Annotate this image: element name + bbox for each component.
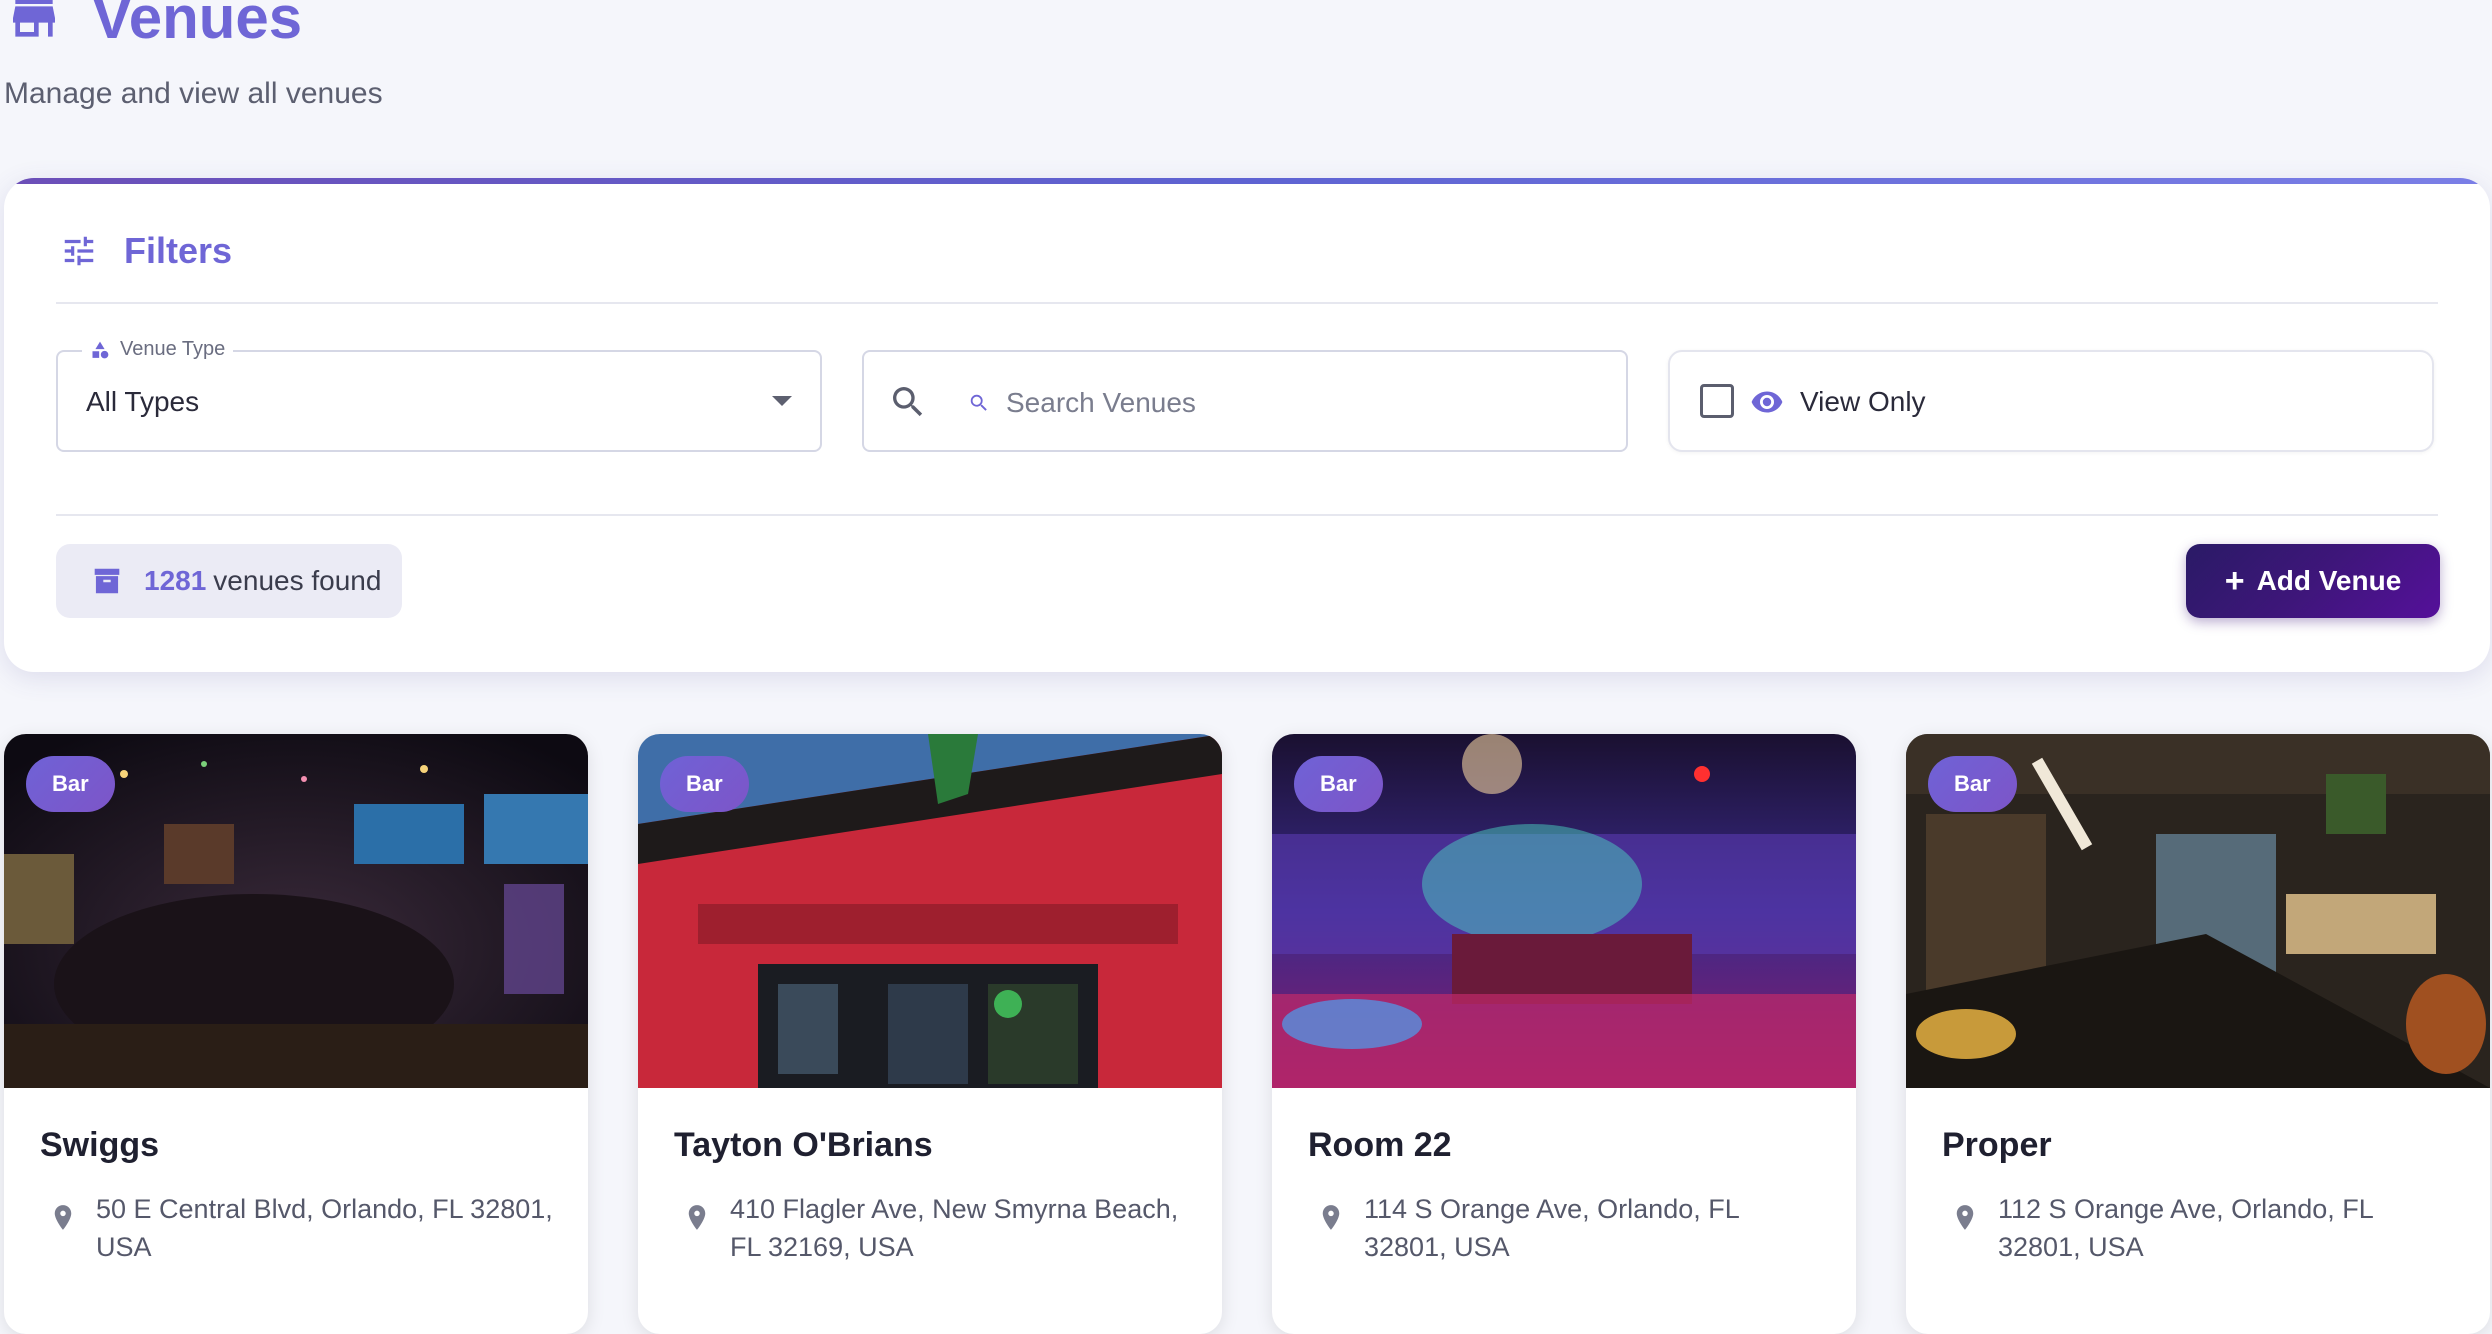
location-pin-icon (1956, 1205, 1974, 1230)
add-venue-button[interactable]: + Add Venue (2186, 544, 2440, 618)
venue-card[interactable]: Bar Room 22 114 S Orange Ave, Orlando, F… (1272, 734, 1856, 1334)
venue-address: 410 Flagler Ave, New Smyrna Beach, FL 32… (730, 1194, 1179, 1262)
venue-address: 114 S Orange Ave, Orlando, FL 32801, USA (1364, 1194, 1739, 1262)
venue-card[interactable]: Bar Proper 112 S Orange Ave, Orlando, FL… (1906, 734, 2490, 1334)
view-only-label: View Only (1800, 386, 1926, 417)
tune-icon (64, 236, 94, 266)
venue-type-badge: Bar (1294, 756, 1383, 812)
divider (56, 514, 2438, 516)
venue-card[interactable]: Bar Swiggs 50 E Central Blvd, Orlando, F… (4, 734, 588, 1334)
venue-name: Proper (1942, 1126, 2052, 1164)
venue-type-badge: Bar (1928, 756, 2017, 812)
venue-name: Tayton O'Brians (674, 1126, 933, 1164)
category-icon (92, 341, 109, 358)
results-count-label: venues found (213, 565, 382, 596)
add-venue-label: Add Venue (2256, 565, 2402, 596)
title-row: Venues (6, 0, 302, 58)
search-icon (893, 387, 923, 417)
venue-type-label: Venue Type (120, 338, 226, 360)
eye-icon (1751, 391, 1783, 413)
venue-type-badge: Bar (660, 756, 749, 812)
location-pin-icon (1322, 1205, 1340, 1230)
divider (56, 302, 2438, 304)
results-count-chip: 1281 venues found (56, 544, 402, 618)
results-count: 1281 (144, 565, 207, 596)
plus-icon: + (2224, 562, 2245, 600)
page-title: Venues (92, 0, 303, 51)
venue-address: 50 E Central Blvd, Orlando, FL 32801, US… (96, 1194, 553, 1262)
search-field[interactable] (862, 350, 1628, 452)
venue-type-value: All Types (86, 386, 200, 417)
filters-header: Filters (60, 230, 232, 272)
search-input[interactable] (1004, 374, 1588, 432)
page-header: Venues Manage and view all venues (0, 0, 2492, 140)
venue-name: Room 22 (1308, 1126, 1452, 1164)
location-pin-icon (54, 1205, 72, 1230)
venue-type-select[interactable]: Venue Type All Types (56, 338, 822, 452)
venue-type-badge: Bar (26, 756, 115, 812)
filters-title: Filters (124, 230, 233, 271)
filters-panel: Filters Venue Type All Types View Only (4, 178, 2490, 672)
search-adornment-icon (970, 394, 987, 411)
location-pin-icon (688, 1205, 706, 1230)
venue-type-legend: Venue Type (82, 338, 234, 361)
venue-card[interactable]: Bar Tayton O'Brians 410 Flagler Ave, New… (638, 734, 1222, 1334)
view-only-checkbox[interactable] (1700, 384, 1734, 418)
archive-icon (94, 568, 120, 594)
venue-address: 112 S Orange Ave, Orlando, FL 32801, USA (1998, 1194, 2373, 1262)
page-subtitle: Manage and view all venues (4, 77, 383, 110)
chevron-down-icon[interactable] (772, 396, 792, 406)
store-icon (13, 0, 55, 37)
view-only-toggle[interactable]: View Only (1668, 350, 2434, 452)
venue-name: Swiggs (40, 1126, 160, 1164)
